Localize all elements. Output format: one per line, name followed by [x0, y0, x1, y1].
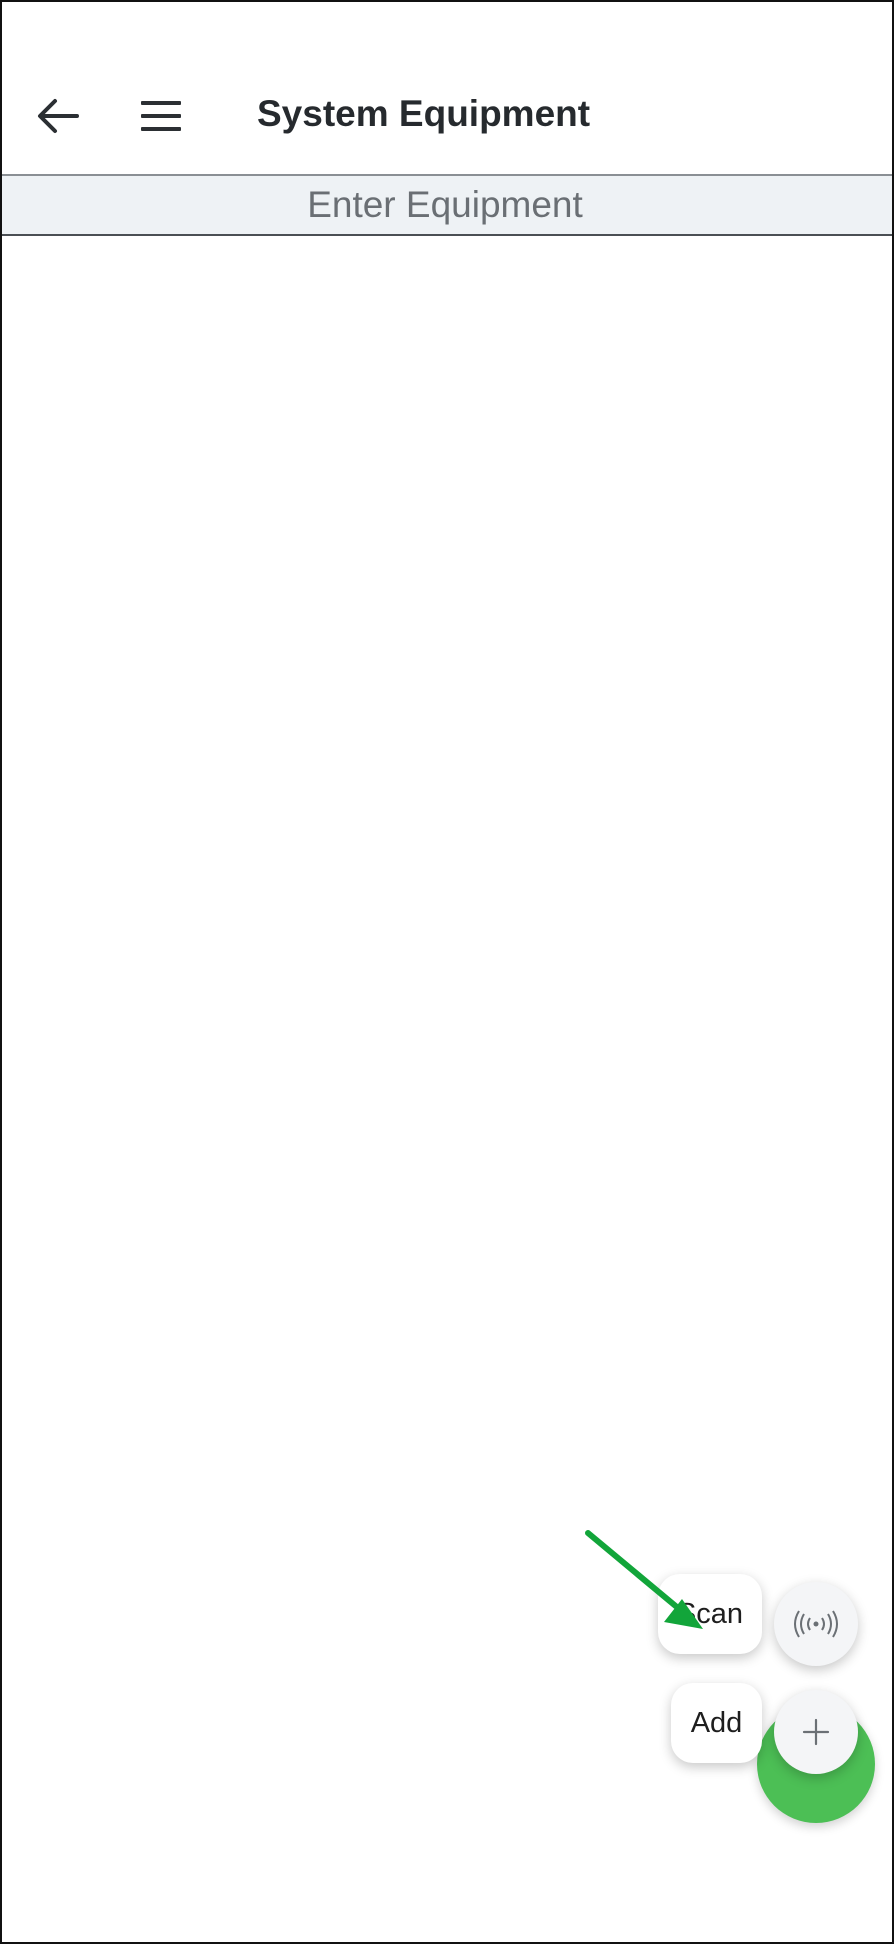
scan-label: Scan: [676, 1597, 744, 1630]
scan-label-button[interactable]: Scan: [658, 1574, 762, 1654]
arrow-left-icon: [38, 99, 79, 133]
enter-equipment-header[interactable]: Enter Equipment: [2, 176, 892, 236]
page-title: System Equipment: [257, 93, 591, 134]
add-label: Add: [690, 1706, 743, 1739]
broadcast-signal-icon: [794, 1610, 838, 1638]
add-label-button[interactable]: Add: [671, 1683, 762, 1763]
enter-equipment-label: Enter Equipment: [307, 184, 583, 225]
add-mini-fab[interactable]: [774, 1690, 858, 1774]
hamburger-menu-icon: [141, 101, 181, 131]
scan-mini-fab[interactable]: [774, 1582, 858, 1666]
app-bar: System Equipment: [2, 2, 892, 176]
menu-button[interactable]: [129, 84, 193, 148]
plus-icon: [802, 1718, 830, 1746]
system-equipment-screen: System Equipment Enter Equipment Scan Ad…: [0, 0, 894, 1944]
back-button[interactable]: [26, 84, 90, 148]
